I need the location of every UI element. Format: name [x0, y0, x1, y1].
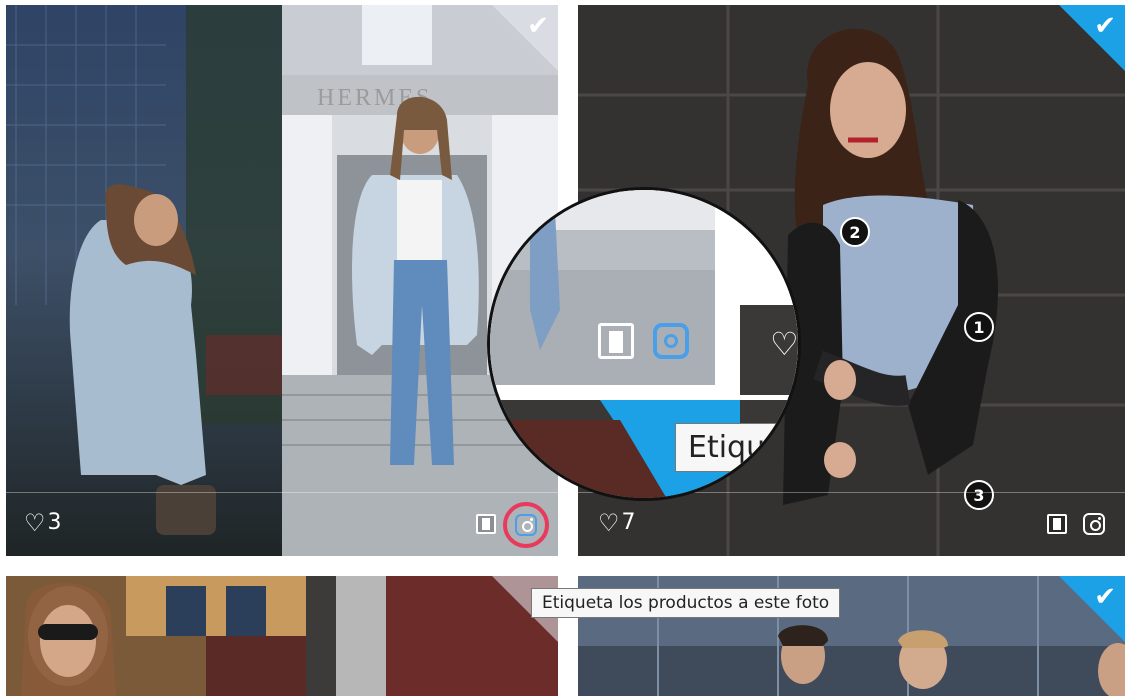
magnified-tag-product-icon: [598, 323, 634, 359]
magnified-heart-icon: ♡: [770, 325, 799, 363]
tag-product-icon[interactable]: [1047, 514, 1067, 534]
magnifier-lens: ♡ Etiqu: [487, 187, 801, 501]
photo-card-1[interactable]: HERMES 434 ✔ ♡ 3: [6, 5, 558, 556]
product-marker-2[interactable]: 2: [840, 217, 870, 247]
product-marker-3[interactable]: 3: [964, 480, 994, 510]
likes-count: 7: [621, 510, 636, 535]
check-icon[interactable]: ✔: [1094, 13, 1116, 39]
magnified-instagram-icon: [653, 323, 689, 359]
photo-card-3[interactable]: [6, 576, 558, 696]
tag-product-icon[interactable]: [476, 514, 496, 534]
check-icon[interactable]: ✔: [1094, 584, 1116, 610]
heart-icon[interactable]: ♡: [24, 511, 46, 535]
likes-counter: ♡ 7: [598, 510, 636, 535]
street-photo-image: [6, 576, 558, 696]
magnified-tooltip: Etiqu: [675, 423, 779, 472]
product-marker-1[interactable]: 1: [964, 312, 994, 342]
photo-left-pane: [6, 5, 282, 556]
card-footer-divider: [6, 492, 558, 493]
tag-products-tooltip: Etiqueta los productos a este foto: [531, 588, 841, 618]
instagram-icon[interactable]: [515, 514, 537, 536]
street-photo-image: [6, 5, 282, 556]
likes-count: 3: [47, 510, 62, 535]
heart-icon[interactable]: ♡: [598, 511, 620, 535]
likes-counter: ♡ 3: [24, 510, 62, 535]
instagram-icon[interactable]: [1083, 513, 1105, 535]
check-icon[interactable]: ✔: [527, 13, 549, 39]
